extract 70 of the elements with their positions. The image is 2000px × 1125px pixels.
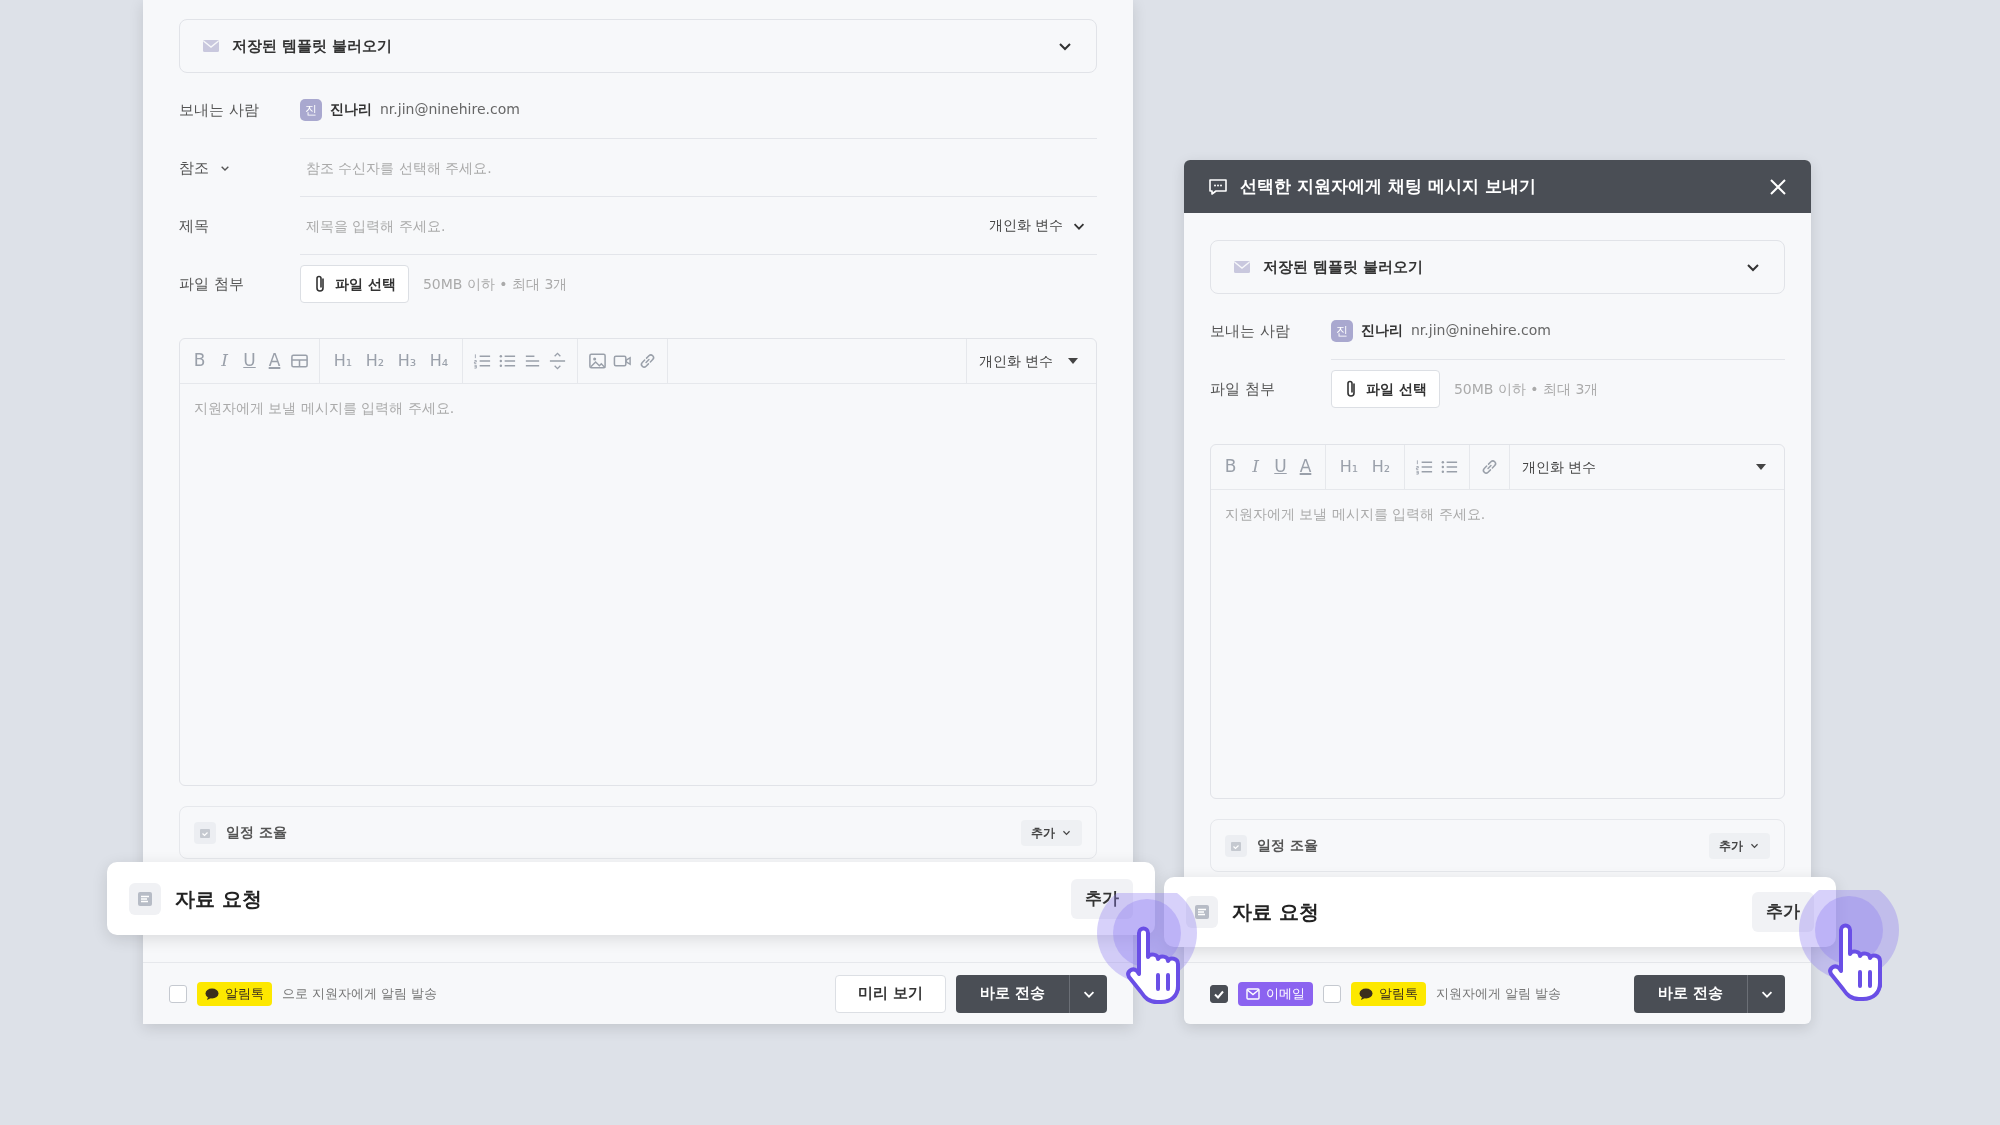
message-input-field[interactable]: 지원자에게 보낼 메시지를 입력해 주세요. — [1211, 490, 1784, 798]
numbered-list-icon — [473, 351, 492, 371]
cc-input-field[interactable]: 참조 수신자를 선택해 주세요. — [300, 139, 1097, 196]
channel-tag: 이메일 — [1238, 981, 1313, 1006]
envelope-icon — [202, 37, 220, 55]
channel-tag: 알림톡 — [197, 981, 272, 1006]
document-icon — [137, 890, 153, 907]
add-button[interactable]: 추가 — [1752, 892, 1814, 932]
send-options-button[interactable] — [1747, 974, 1785, 1013]
file-limit-hint: 50MB 이하 • 최대 3개 — [1453, 379, 1599, 399]
send-button[interactable]: 바로 전송 — [1633, 974, 1747, 1013]
channel-tag: 알림톡 — [1351, 981, 1426, 1006]
add-button[interactable]: 추가 — [1071, 878, 1133, 919]
numbered-list-icon — [1415, 457, 1434, 477]
paperclip-icon — [1344, 379, 1358, 399]
sender-name: 진나리 — [1361, 321, 1403, 340]
file-select-button[interactable]: 파일 선택 — [1331, 370, 1440, 408]
sender-email: nr.jin@ninehire.com — [380, 100, 520, 119]
add-dropdown[interactable]: 추가 — [1709, 832, 1770, 859]
schedule-label: 일정 조율 — [1257, 836, 1319, 855]
field-label: 파일 첨부 — [1210, 378, 1275, 400]
envelope-icon — [1233, 258, 1251, 276]
request-label: 자료 요청 — [1232, 899, 1320, 926]
panel-title: 선택한 지원자에게 채팅 메시지 보내기 — [1240, 174, 1537, 198]
speech-bubble-icon — [205, 987, 219, 1000]
variables-dropdown[interactable]: 개인화 변수 — [966, 339, 1096, 383]
close-button[interactable] — [1769, 177, 1787, 196]
calendar-check-icon — [199, 826, 211, 839]
link-icon — [638, 351, 657, 371]
message-editor[interactable]: B I U A H₁ H₂ 개인화 변수 지원자에게 보낼 메시지를 입력해 주세요. — [1210, 444, 1785, 799]
cc-dropdown[interactable]: 참조 — [179, 156, 209, 180]
sender-email: nr.jin@ninehire.com — [1411, 321, 1551, 340]
avatar: 진 — [1331, 319, 1353, 342]
caret-down-icon — [1068, 358, 1078, 364]
speech-bubble-icon — [1359, 987, 1373, 1000]
notify-text: 지원자에게 알림 발송 — [1436, 984, 1563, 1003]
link-icon — [1480, 457, 1499, 477]
request-label: 자료 요청 — [175, 885, 263, 913]
file-select-button[interactable]: 파일 선택 — [300, 265, 409, 303]
checkbox[interactable] — [1210, 984, 1228, 1003]
variables-dropdown[interactable]: 개인화 변수 — [1510, 445, 1784, 489]
variables-dropdown[interactable]: 개인화 변수 — [988, 215, 1097, 236]
horizontal-rule-icon — [548, 351, 567, 371]
chat-bubble-icon — [1208, 176, 1228, 197]
template-dropdown[interactable]: 저장된 템플릿 불러오기 — [1210, 240, 1785, 294]
file-limit-hint: 50MB 이하 • 최대 3개 — [422, 274, 568, 294]
caret-down-icon — [1756, 464, 1766, 470]
add-dropdown[interactable]: 추가 — [1021, 819, 1082, 846]
template-dropdown[interactable]: 저장된 템플릿 불러오기 — [179, 19, 1097, 73]
field-label: 파일 첨부 — [179, 273, 244, 295]
send-options-button[interactable] — [1069, 974, 1107, 1013]
send-button[interactable]: 바로 전송 — [955, 974, 1069, 1013]
schedule-label: 일정 조율 — [226, 823, 288, 842]
preview-button[interactable]: 미리 보기 — [834, 974, 946, 1013]
calendar-check-icon — [1230, 839, 1242, 852]
field-label: 보내는 사람 — [179, 99, 259, 121]
subject-input-field[interactable]: 제목을 입력해 주세요. — [300, 197, 981, 254]
sender-name: 진나리 — [330, 100, 372, 119]
message-input-field[interactable]: 지원자에게 보낼 메시지를 입력해 주세요. — [180, 384, 1096, 785]
avatar: 진 — [300, 98, 322, 121]
message-editor[interactable]: B I U A H₁ H₂ H₃ H₄ 개인화 변수 지원자에게 보낼 메시지를 입력해 주세요. — [179, 338, 1097, 786]
notify-text: 으로 지원자에게 알림 발송 — [282, 984, 439, 1003]
horizontal-rule-button[interactable] — [548, 349, 567, 373]
close-icon — [1769, 177, 1787, 196]
paperclip-icon — [313, 274, 327, 294]
document-icon — [1194, 904, 1210, 920]
field-label: 보내는 사람 — [1210, 320, 1290, 342]
envelope-icon — [1246, 987, 1260, 1000]
image-icon — [588, 351, 607, 371]
field-label: 제목 — [179, 215, 209, 237]
